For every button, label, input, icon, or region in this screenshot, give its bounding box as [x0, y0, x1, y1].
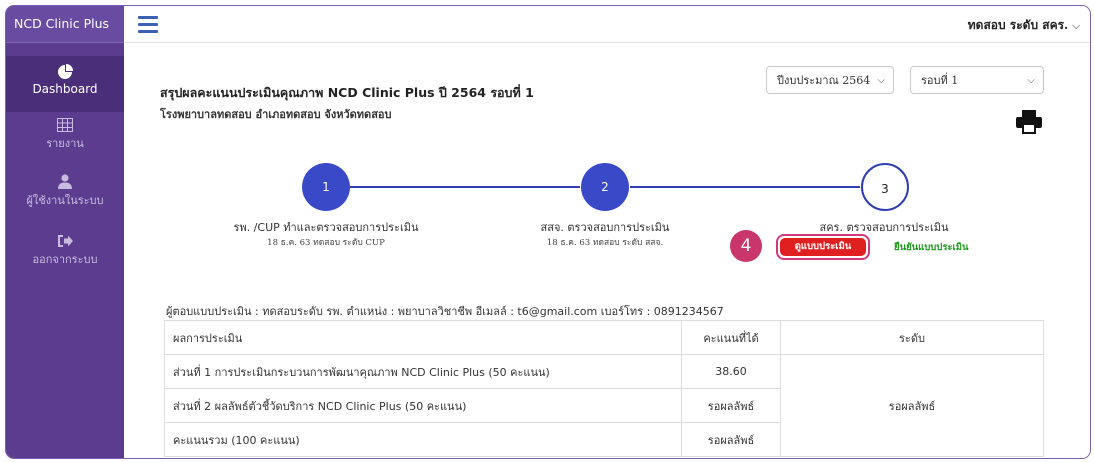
year-select-value: ปีงบประมาณ 2564 [777, 74, 871, 87]
column-header: ระดับ [780, 320, 1044, 355]
user-icon [58, 174, 72, 189]
step-2-label: สสจ. ตรวจสอบการประเมิน [540, 221, 670, 234]
sidebar-item-label: ออกจากระบบ [32, 253, 98, 266]
pie-chart-icon [58, 64, 73, 79]
table-row: ส่วนที่ 1 การประเมินกระบวนการพัฒนาคุณภาพ… [164, 354, 1044, 457]
table-icon [57, 118, 73, 132]
step-1-circle: 1 [302, 163, 350, 211]
table-cell-score: รอผลลัพธ์ [681, 388, 781, 423]
chevron-down-icon: ⌵ [1027, 75, 1035, 86]
sidebar-item-label: รายงาน [46, 137, 84, 150]
round-select[interactable]: รอบที่ 1 ⌵ [910, 66, 1044, 94]
user-menu[interactable]: ทดสอบ ระดับ สคร. ⌵ [968, 16, 1080, 35]
sidebar-item-report[interactable]: รายงาน [6, 118, 124, 152]
step-2-date: 18 ธ.ค. 63 ทดสอบ ระดับ สสจ. [546, 238, 664, 248]
column-header: คะแนนที่ได้ [681, 320, 781, 355]
chevron-down-icon: ⌵ [1072, 21, 1080, 32]
year-select[interactable]: ปีงบประมาณ 2564 ⌵ [766, 66, 894, 94]
table-cell-item: คะแนนรวม (100 คะแนน) [164, 422, 682, 457]
logout-icon [58, 235, 73, 247]
step-1-date: 18 ธ.ค. 63 ทดสอบ ระดับ CUP [267, 238, 385, 248]
confirm-form-link[interactable]: ยืนยันแบบประเมิน [894, 240, 969, 255]
respondent-info: ผู้ตอบแบบประเมิน : ทดสอบระดับ รพ. ตำแหน่… [166, 305, 724, 318]
table-cell-item: ส่วนที่ 2 ผลลัพธ์ตัวชี้วัดบริการ NCD Cli… [164, 388, 682, 423]
sidebar-item-dashboard[interactable]: Dashboard [6, 56, 124, 112]
hamburger-icon[interactable] [138, 16, 158, 33]
chevron-down-icon: ⌵ [877, 75, 885, 86]
column-header: ผลการประเมิน [164, 320, 682, 355]
brand-logo[interactable]: NCD Clinic Plus [6, 6, 124, 43]
step-connector [630, 186, 860, 188]
step-2-circle: 2 [581, 163, 629, 211]
table-header-row: ผลการประเมิน คะแนนที่ได้ ระดับ [164, 320, 1044, 355]
score-table: ผลการประเมิน คะแนนที่ได้ ระดับ ส่วนที่ 1… [164, 320, 1044, 457]
callout-number-badge: 4 [730, 230, 762, 262]
table-cell-score: 38.60 [681, 354, 781, 389]
page-subtitle: โรงพยาบาลทดสอบ อำเภอทดสอบ จังหวัดทดสอบ [160, 108, 392, 121]
round-select-value: รอบที่ 1 [921, 74, 959, 87]
sidebar-item-logout[interactable]: ออกจากระบบ [6, 234, 124, 268]
printer-icon[interactable] [1016, 110, 1042, 134]
main-content: สรุปผลคะแนนประเมินคุณภาพ NCD Clinic Plus… [124, 43, 1090, 458]
page-title: สรุปผลคะแนนประเมินคุณภาพ NCD Clinic Plus… [160, 85, 534, 100]
step-connector [350, 186, 580, 188]
table-cell-item: ส่วนที่ 1 การประเมินกระบวนการพัฒนาคุณภาพ… [164, 354, 682, 389]
top-bar: ทดสอบ ระดับ สคร. ⌵ [124, 6, 1090, 43]
app-window: NCD Clinic Plus Dashboard รายงาน ผู้ใช้ง… [5, 5, 1091, 459]
step-1-label: รพ. /CUP ทำและตรวจสอบการประเมิน [233, 221, 419, 234]
sidebar-item-users[interactable]: ผู้ใช้งานในระบบ [6, 174, 124, 209]
step-3-circle: 3 [861, 163, 909, 211]
table-cell-score: รอผลลัพธ์ [681, 422, 781, 457]
sidebar-item-label: ผู้ใช้งานในระบบ [26, 194, 104, 207]
view-form-button-label: ดูแบบประเมิน [780, 238, 866, 256]
sidebar-item-label: Dashboard [32, 82, 98, 96]
table-cell-level: รอผลลัพธ์ [780, 354, 1044, 457]
sidebar: NCD Clinic Plus Dashboard รายงาน ผู้ใช้ง… [6, 6, 124, 458]
user-name: ทดสอบ ระดับ สคร. [967, 18, 1069, 32]
view-form-button[interactable]: ดูแบบประเมิน [776, 234, 870, 260]
